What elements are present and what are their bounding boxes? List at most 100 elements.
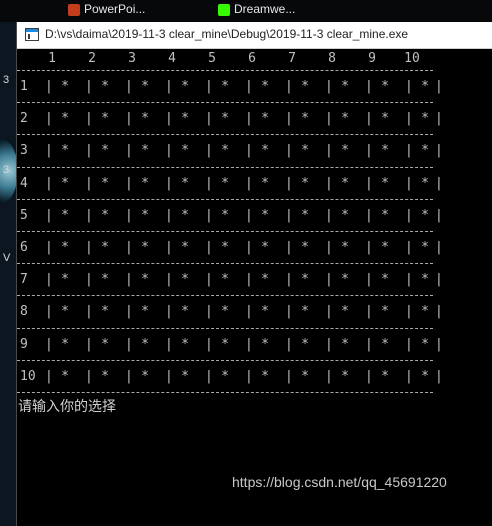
board-cell[interactable]: * [375, 111, 395, 126]
board-cell[interactable]: * [335, 337, 355, 352]
board-cell[interactable]: * [375, 176, 395, 191]
board-cell[interactable]: * [215, 304, 235, 319]
board-cell[interactable]: * [255, 111, 275, 126]
board-cell[interactable]: * [415, 240, 435, 255]
board-cell[interactable]: * [135, 240, 155, 255]
board-cell[interactable]: * [55, 369, 75, 384]
board-cell[interactable]: * [175, 272, 195, 287]
board-cell[interactable]: * [335, 111, 355, 126]
board-cell[interactable]: * [175, 337, 195, 352]
board-cell[interactable]: * [175, 369, 195, 384]
board-cell[interactable]: * [215, 143, 235, 158]
board-cell[interactable]: * [415, 369, 435, 384]
board-cell[interactable]: * [335, 176, 355, 191]
taskbar-item-dreamweaver[interactable]: Dreamwe... [234, 2, 295, 16]
board-cell[interactable]: * [375, 272, 395, 287]
board-cell[interactable]: * [95, 369, 115, 384]
console-window[interactable]: D:\vs\daima\2019-11-3 clear_mine\Debug\2… [16, 22, 492, 526]
board-cell[interactable]: * [95, 304, 115, 319]
board-cell[interactable]: * [295, 79, 315, 94]
board-cell[interactable]: * [375, 369, 395, 384]
board-cell[interactable]: * [95, 176, 115, 191]
board-cell[interactable]: * [215, 176, 235, 191]
board-cell[interactable]: * [255, 176, 275, 191]
board-cell[interactable]: * [255, 369, 275, 384]
board-cell[interactable]: * [295, 176, 315, 191]
board-cell[interactable]: * [135, 369, 155, 384]
board-cell[interactable]: * [335, 272, 355, 287]
board-cell[interactable]: * [135, 337, 155, 352]
board-cell[interactable]: * [135, 176, 155, 191]
dreamweaver-icon[interactable] [218, 4, 230, 16]
board-cell[interactable]: * [175, 240, 195, 255]
board-cell[interactable]: * [95, 240, 115, 255]
board-cell[interactable]: * [55, 79, 75, 94]
board-cell[interactable]: * [175, 208, 195, 223]
board-cell[interactable]: * [95, 111, 115, 126]
board-cell[interactable]: * [255, 208, 275, 223]
board-cell[interactable]: * [375, 304, 395, 319]
board-cell[interactable]: * [135, 208, 155, 223]
board-cell[interactable]: * [415, 304, 435, 319]
board-cell[interactable]: * [215, 111, 235, 126]
board-cell[interactable]: * [95, 208, 115, 223]
board-cell[interactable]: * [375, 208, 395, 223]
board-cell[interactable]: * [55, 240, 75, 255]
console-output[interactable]: 1 2 3 4 5 6 7 8 9 10 1 | | | | | | | | | | | * * * * * * * * * * 2 | | | | | |… [17, 48, 492, 526]
board-cell[interactable]: * [175, 143, 195, 158]
board-cell[interactable]: * [175, 176, 195, 191]
board-cell[interactable]: * [375, 143, 395, 158]
board-cell[interactable]: * [255, 143, 275, 158]
board-cell[interactable]: * [295, 143, 315, 158]
board-cell[interactable]: * [255, 79, 275, 94]
board-cell[interactable]: * [55, 111, 75, 126]
window-titlebar[interactable]: D:\vs\daima\2019-11-3 clear_mine\Debug\2… [17, 22, 492, 49]
board-cell[interactable]: * [95, 143, 115, 158]
board-cell[interactable]: * [215, 240, 235, 255]
board-cell[interactable]: * [215, 208, 235, 223]
board-cell[interactable]: * [335, 208, 355, 223]
board-cell[interactable]: * [295, 272, 315, 287]
board-cell[interactable]: * [55, 176, 75, 191]
board-cell[interactable]: * [375, 337, 395, 352]
board-cell[interactable]: * [95, 272, 115, 287]
board-cell[interactable]: * [55, 143, 75, 158]
board-cell[interactable]: * [295, 240, 315, 255]
board-cell[interactable]: * [335, 143, 355, 158]
board-cell[interactable]: * [215, 79, 235, 94]
board-cell[interactable]: * [335, 79, 355, 94]
board-cell[interactable]: * [295, 337, 315, 352]
board-cell[interactable]: * [215, 369, 235, 384]
board-cell[interactable]: * [375, 240, 395, 255]
board-cell[interactable]: * [175, 304, 195, 319]
board-cell[interactable]: * [215, 337, 235, 352]
board-cell[interactable]: * [335, 369, 355, 384]
board-cell[interactable]: * [215, 272, 235, 287]
board-cell[interactable]: * [335, 304, 355, 319]
board-cell[interactable]: * [55, 337, 75, 352]
taskbar-item-powerpoint[interactable]: PowerPoi... [84, 2, 145, 16]
board-cell[interactable]: * [415, 79, 435, 94]
board-cell[interactable]: * [415, 111, 435, 126]
board-cell[interactable]: * [415, 208, 435, 223]
board-cell[interactable]: * [175, 111, 195, 126]
board-cell[interactable]: * [175, 79, 195, 94]
board-cell[interactable]: * [135, 304, 155, 319]
board-cell[interactable]: * [295, 369, 315, 384]
board-cell[interactable]: * [255, 272, 275, 287]
board-cell[interactable]: * [255, 304, 275, 319]
board-cell[interactable]: * [135, 79, 155, 94]
board-cell[interactable]: * [95, 337, 115, 352]
board-cell[interactable]: * [55, 272, 75, 287]
powerpoint-icon[interactable] [68, 4, 80, 16]
board-cell[interactable]: * [135, 111, 155, 126]
board-cell[interactable]: * [295, 111, 315, 126]
board-cell[interactable]: * [415, 337, 435, 352]
board-cell[interactable]: * [135, 272, 155, 287]
board-cell[interactable]: * [55, 304, 75, 319]
board-cell[interactable]: * [335, 240, 355, 255]
board-cell[interactable]: * [375, 79, 395, 94]
board-cell[interactable]: * [95, 79, 115, 94]
board-cell[interactable]: * [415, 176, 435, 191]
board-cell[interactable]: * [295, 208, 315, 223]
